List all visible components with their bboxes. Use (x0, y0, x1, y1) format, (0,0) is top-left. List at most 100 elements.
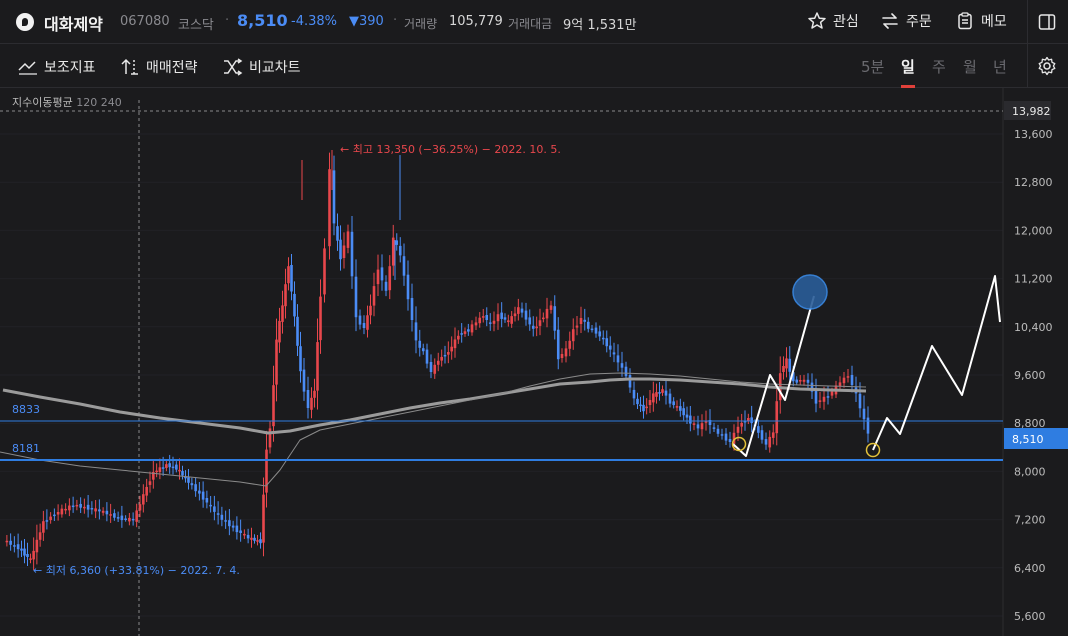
y-tick-label: 11,200 (1014, 273, 1053, 286)
compare-button[interactable]: 비교차트 (223, 57, 301, 77)
clipboard-icon (958, 12, 972, 30)
candle-down (488, 322, 492, 324)
candle-up (436, 360, 440, 365)
volume-value: 105,779 (449, 14, 503, 29)
price-chart[interactable]: 8833 8181 ← 최고 13,350 (−36.25%) − 2022. … (0, 88, 1068, 636)
y-tick-label: 10,400 (1014, 321, 1053, 334)
ema120-line (2, 377, 867, 435)
candle-up (29, 558, 32, 560)
candle-up (178, 469, 181, 472)
candle-down (814, 389, 818, 404)
candle-up (5, 540, 9, 543)
candle-down (720, 434, 724, 436)
candle-up (287, 266, 290, 284)
candle-down (689, 415, 692, 424)
candle-down (500, 312, 503, 319)
candle-down (866, 417, 870, 434)
candle-down (339, 239, 342, 260)
candle-down (795, 379, 799, 383)
candle-down (362, 323, 366, 328)
candle-up (474, 322, 478, 326)
candle-down (131, 518, 135, 521)
candle-down (259, 539, 262, 544)
separator-dot: · (393, 13, 398, 28)
candle-up (158, 467, 162, 473)
candle-down (716, 428, 720, 434)
drawn-projection-line-2[interactable] (872, 275, 1001, 451)
period-day[interactable]: 일 (901, 56, 915, 77)
candle-down (9, 540, 12, 545)
candle-down (198, 490, 201, 494)
period-month[interactable]: 월 (963, 56, 977, 77)
candle-down (594, 327, 598, 334)
candle-down (616, 355, 620, 363)
candle-down (235, 525, 239, 533)
candle-down (605, 338, 609, 347)
candle-down (209, 504, 212, 507)
candle-down (850, 375, 854, 385)
candle-up (645, 406, 648, 409)
candle-up (256, 540, 259, 542)
candle-down (826, 396, 830, 398)
candle-down (98, 509, 101, 512)
candle-down (443, 354, 447, 357)
candle-up (700, 423, 704, 430)
candle-up (42, 521, 45, 533)
layout-toggle-button[interactable] (1037, 12, 1057, 36)
candle-down (632, 389, 636, 399)
compare-label: 비교차트 (249, 60, 301, 76)
candle-down (253, 537, 256, 541)
indicator-name: 지수이동평균 (12, 96, 73, 109)
period-week[interactable]: 주 (932, 56, 946, 77)
strategy-button[interactable]: 매매전략 (120, 57, 198, 77)
candle-down (350, 231, 354, 277)
candle-up (313, 390, 316, 398)
candle-up (564, 348, 568, 357)
candle-up (83, 506, 86, 509)
candle-up (571, 329, 575, 342)
candle-down (116, 517, 120, 519)
candle-down (23, 548, 26, 556)
candle-up (275, 339, 278, 385)
period-year[interactable]: 년 (993, 56, 1007, 77)
candle-down (336, 226, 339, 241)
candle-up (94, 508, 97, 512)
candle-down (402, 256, 406, 276)
candle-up (652, 393, 655, 403)
candle-down (124, 518, 127, 520)
candle-up (64, 508, 67, 511)
y-tick-label: 9,600 (1014, 369, 1046, 382)
candle-up (568, 340, 572, 349)
order-button[interactable]: 주문 (880, 11, 932, 31)
candle-up (785, 358, 788, 369)
candle-down (806, 379, 810, 383)
candle-up (148, 481, 152, 485)
period-5min[interactable]: 5분 (861, 56, 884, 77)
stock-name[interactable]: 대화제약 (44, 11, 103, 35)
favorite-button[interactable]: 관심 (807, 11, 859, 31)
candle-up (457, 335, 460, 340)
candle-up (692, 423, 696, 425)
candle-down (20, 548, 23, 551)
candle-up (470, 324, 474, 333)
candle-up (846, 376, 850, 378)
candle-up (142, 494, 145, 505)
candle-down (586, 321, 590, 329)
candle-up (366, 315, 369, 330)
candle-up (316, 342, 319, 391)
indicator-legend[interactable]: 지수이동평균 120 240 (12, 94, 122, 110)
memo-button[interactable]: 메모 (955, 11, 1007, 31)
settings-button[interactable] (1037, 56, 1057, 80)
candle-up (342, 245, 346, 258)
indicator-button[interactable]: 보조지표 (18, 57, 96, 77)
candle-up (453, 339, 457, 349)
crossing-arrows-icon (224, 58, 243, 76)
candle-up (575, 325, 579, 328)
candle-down (696, 424, 700, 429)
ema240-line (0, 372, 867, 487)
candle-up (492, 320, 496, 324)
target-circle-marker[interactable] (792, 274, 828, 310)
indicator-label: 보조지표 (44, 60, 96, 76)
candle-down (205, 498, 209, 503)
candle-up (319, 296, 322, 341)
